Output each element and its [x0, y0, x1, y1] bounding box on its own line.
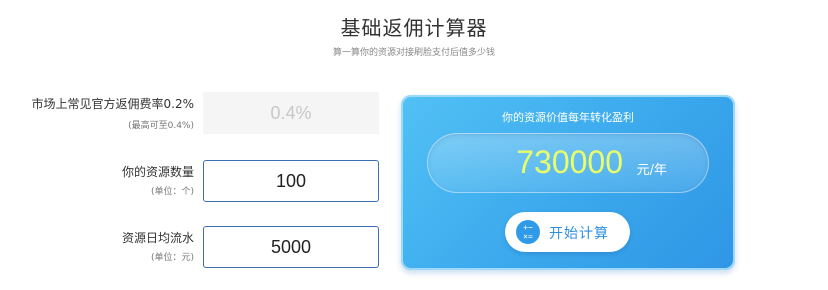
resource-count-input[interactable]: 100	[203, 160, 379, 202]
result-title: 你的资源价值每年转化盈利	[502, 111, 634, 124]
result-display: 730000 元/年	[427, 133, 709, 193]
calculator-icon: +− ×=	[516, 220, 540, 244]
rate-label: 市场上常见官方返佣费率0.2%	[31, 97, 195, 111]
resource-count-hint: (单位：个)	[150, 187, 194, 197]
result-value: 730000	[516, 144, 623, 180]
calculator-icon-bottom: ×=	[523, 232, 533, 241]
page-title: 基础返佣计算器	[340, 16, 488, 40]
start-calculation-label: 开始计算	[549, 226, 609, 242]
resource-count-label: 你的资源数量	[121, 165, 194, 179]
rate-field: 0.4%	[203, 92, 379, 134]
page-subtitle: 算一算你的资源对接刷脸支付后值多少钱	[332, 48, 495, 58]
result-panel: 你的资源价值每年转化盈利 730000 元/年 +− ×= 开始计算	[401, 95, 735, 270]
daily-flow-input[interactable]: 5000	[203, 226, 379, 268]
rate-row: 市场上常见官方返佣费率0.2% (最高可至0.4%) 0.4%	[0, 92, 390, 136]
result-unit: 元/年	[636, 163, 667, 178]
daily-flow-hint: (单位：元)	[150, 253, 194, 263]
start-calculation-button[interactable]: +− ×= 开始计算	[505, 212, 630, 252]
daily-flow-label: 资源日均流水	[121, 231, 194, 245]
rate-hint: (最高可至0.4%)	[128, 121, 194, 131]
calculator-icon-top: +−	[523, 223, 533, 232]
daily-flow-row: 资源日均流水 (单位：元) 5000	[0, 226, 390, 270]
resource-count-row: 你的资源数量 (单位：个) 100	[0, 160, 390, 204]
